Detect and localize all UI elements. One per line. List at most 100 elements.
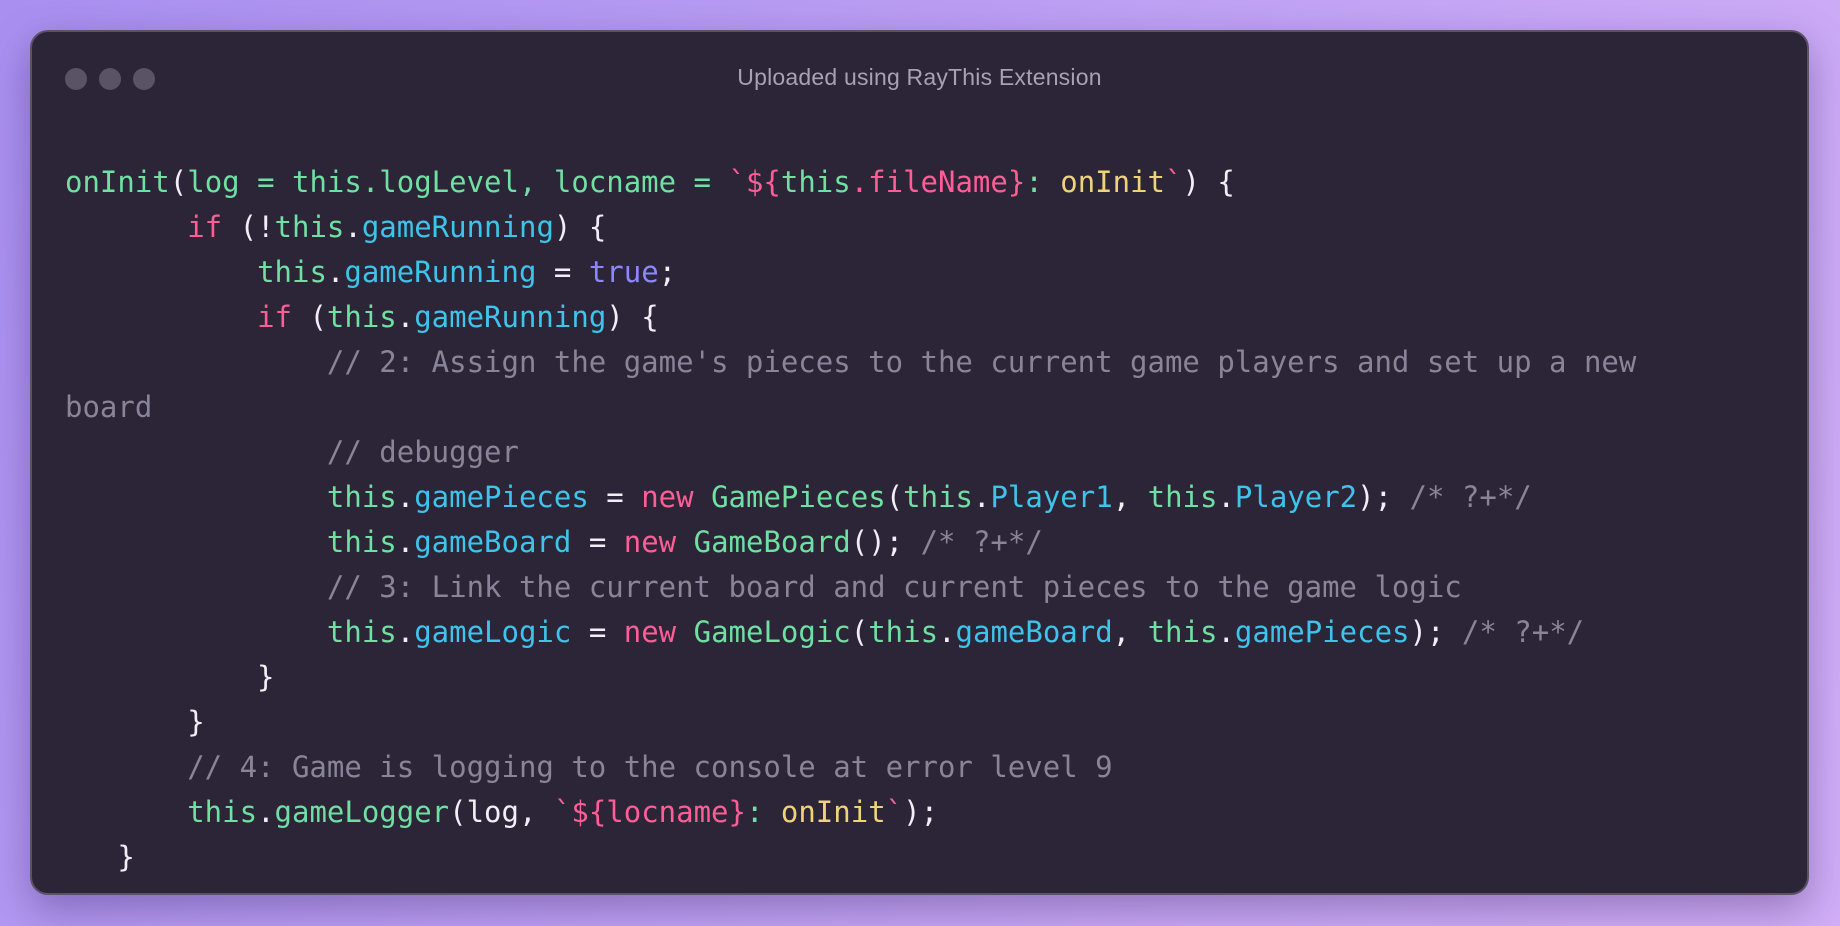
code-token: this (868, 615, 939, 649)
code-token: this (326, 615, 397, 649)
code-token: ; (658, 255, 677, 289)
code-token: /* ?+*/ (1409, 480, 1532, 514)
code-token: gameRunning (361, 210, 554, 244)
code-token: this (274, 210, 345, 244)
code-token: this (187, 795, 258, 829)
code-block: onInit(log = this.logLevel, locname = `$… (65, 160, 1636, 880)
code-token: GameLogic (693, 615, 851, 649)
code-token: } (65, 660, 275, 694)
code-line: // 2: Assign the game's pieces to the cu… (65, 340, 1636, 385)
code-line: // 4: Game is logging to the console at … (65, 745, 1636, 790)
code-line: } (65, 655, 1636, 700)
code-token: gamePieces (1234, 615, 1410, 649)
code-token: gameBoard (955, 615, 1113, 649)
code-token: // 2: Assign the game's pieces to the cu… (65, 345, 1637, 379)
code-token: ) { (606, 300, 659, 334)
code-token: Player2 (1234, 480, 1358, 514)
code-token: , (1112, 480, 1148, 514)
code-token: onInit (780, 795, 886, 829)
code-token: . (396, 615, 415, 649)
code-token: GamePieces (711, 480, 886, 514)
code-token: ) { (553, 210, 607, 244)
code-token: gameLogger (274, 795, 450, 829)
code-token: `${locname} (553, 795, 746, 829)
code-token: ); (1357, 480, 1410, 514)
code-token: (); (850, 525, 921, 559)
code-token: . (396, 480, 415, 514)
code-token: // debugger (65, 435, 519, 469)
code-token: this (903, 480, 973, 514)
code-token: onInit (65, 165, 170, 199)
code-token: , (1112, 615, 1148, 649)
code-token: `${ (728, 165, 781, 199)
code-token: (! (222, 210, 275, 244)
code-token: ); (1409, 615, 1462, 649)
code-token: . (938, 615, 956, 649)
code-token: // 3: Link the current board and current… (65, 570, 1462, 604)
code-line: this.gameLogger(log, `${locname}: onInit… (65, 790, 1636, 835)
code-line: this.gameBoard = new GameBoard(); /* ?+*… (65, 520, 1636, 565)
code-token: . (396, 525, 415, 559)
code-token: if (257, 300, 292, 334)
code-line: this.gameRunning = true; (65, 250, 1636, 295)
code-token: if (187, 210, 223, 244)
code-token: . (973, 480, 991, 514)
code-token: . (344, 210, 362, 244)
code-token: gameRunning (414, 300, 607, 334)
code-token: (log, (449, 795, 554, 829)
code-line: board (65, 385, 1636, 430)
code-token: board (65, 390, 153, 424)
code-token: new (623, 525, 677, 559)
code-line: this.gamePieces = new GamePieces(this.Pl… (65, 475, 1636, 520)
code-line: } (65, 835, 1636, 880)
code-token: .fileName} (850, 165, 1026, 199)
code-line: // 3: Link the current board and current… (65, 565, 1636, 610)
code-token: this (326, 525, 397, 559)
code-token: ) { (1182, 165, 1235, 199)
window-titlebar: Uploaded using RayThis Extension (32, 32, 1807, 122)
code-token: = (588, 480, 642, 514)
code-token: } (65, 840, 135, 874)
code-token: ` (1165, 165, 1183, 199)
code-token: : (745, 795, 781, 829)
code-token: // 4: Game is logging to the console at … (65, 750, 1113, 784)
code-token: /* ?+*/ (920, 525, 1043, 559)
code-token: = (536, 255, 589, 289)
code-token: this (326, 480, 397, 514)
code-token: ); (903, 795, 939, 829)
code-token: this (326, 300, 397, 334)
code-token: : (1025, 165, 1061, 199)
code-token: Player1 (990, 480, 1113, 514)
code-line: if (this.gameRunning) { (65, 295, 1636, 340)
code-token: this (1147, 480, 1218, 514)
code-line: } (65, 700, 1636, 745)
code-token: this (1147, 615, 1218, 649)
code-window: Uploaded using RayThis Extension onInit(… (30, 30, 1809, 895)
code-token: gamePieces (414, 480, 589, 514)
code-token: = (571, 525, 624, 559)
code-token: . (1217, 615, 1235, 649)
code-token: onInit (1060, 165, 1166, 199)
code-token: gameLogic (414, 615, 572, 649)
code-token: ( (169, 165, 188, 199)
code-token: GameBoard (693, 525, 851, 559)
code-token: log = this.logLevel, locname = (187, 165, 729, 199)
code-line: if (!this.gameRunning) { (65, 205, 1636, 250)
code-token: /* ?+*/ (1461, 615, 1585, 649)
code-line: // debugger (65, 430, 1636, 475)
code-token: gameBoard (414, 525, 572, 559)
code-token: } (65, 705, 205, 739)
code-token: ( (291, 300, 327, 334)
code-token: . (1217, 480, 1235, 514)
code-token: ` (885, 795, 904, 829)
code-token: this (257, 255, 327, 289)
code-line: onInit(log = this.logLevel, locname = `$… (65, 160, 1636, 205)
